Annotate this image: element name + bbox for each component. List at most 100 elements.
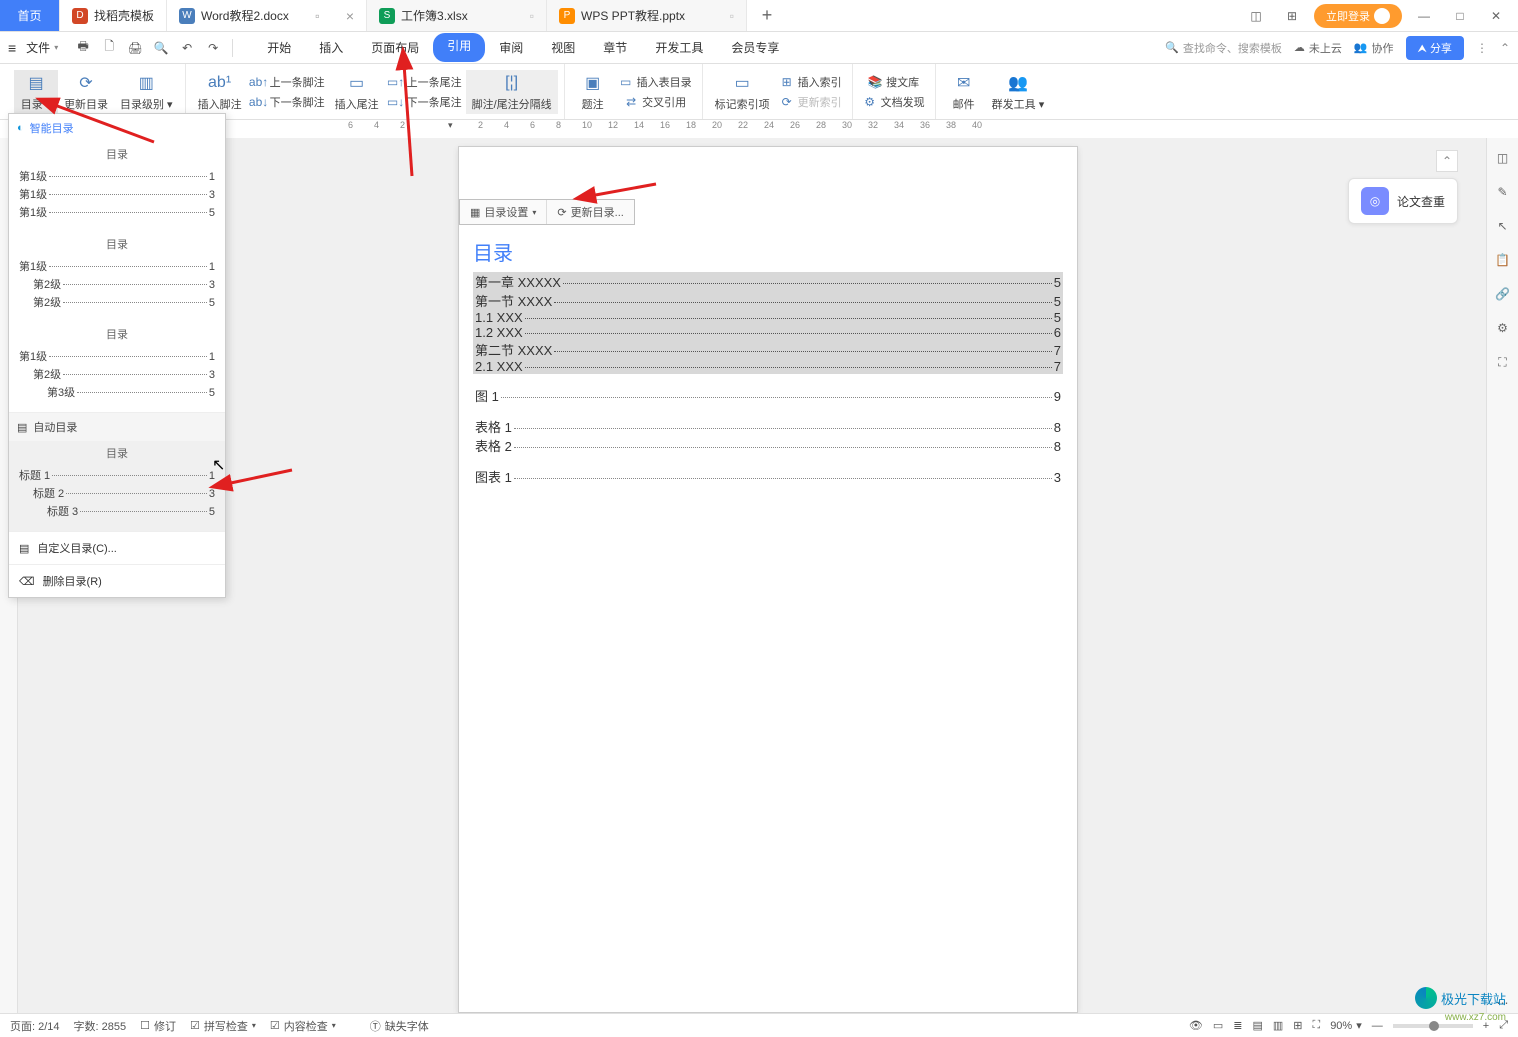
status-font[interactable]: Ⓣ缺失字体 (370, 1018, 429, 1034)
next-footnote-button[interactable]: ab↓下一条脚注 (248, 93, 329, 111)
view-grid-icon[interactable]: ⊞ (1293, 1019, 1302, 1032)
share-button[interactable]: ⮝ 分享 (1406, 36, 1464, 60)
tab-references[interactable]: 引用 (433, 33, 485, 62)
insert-footnote-button[interactable]: ab¹插入脚注 (192, 70, 248, 114)
toc-style-1[interactable]: 目录 第1级1 第1级3 第1级5 (9, 142, 225, 232)
toc-figure-entry[interactable]: 图 19 (473, 386, 1063, 405)
document-page[interactable]: ▦目录设置 ▾ ⟳更新目录... 目录 第一章 XXXXX5 第一节 XXXX5… (458, 146, 1078, 1013)
save-icon[interactable]: 🖶 (72, 37, 94, 59)
zoom-slider[interactable] (1393, 1024, 1473, 1028)
insert-index-button[interactable]: ⊞插入索引 (776, 73, 846, 91)
caption-button[interactable]: ▣题注 (571, 70, 615, 114)
clipboard-icon[interactable]: 📋 (1493, 250, 1513, 270)
expand-icon[interactable]: ⛶ (1493, 352, 1513, 372)
toc-entry[interactable]: 第二节 XXXX7 (473, 340, 1063, 359)
status-content[interactable]: ☑内容检查 ▾ (270, 1018, 336, 1034)
apps-icon[interactable]: ⊞ (1278, 2, 1306, 30)
tab-template[interactable]: D 找稻壳模板 (60, 0, 167, 31)
undo-icon[interactable]: ↶ (176, 37, 198, 59)
logo-icon (1415, 987, 1437, 1009)
insert-figure-toc-button[interactable]: ▭插入表目录 (615, 73, 696, 91)
cross-ref-button[interactable]: ⇄交叉引用 (615, 93, 696, 111)
status-page[interactable]: 页面: 2/14 (10, 1018, 60, 1034)
check-icon: ☑ (190, 1019, 200, 1032)
plagiarism-check-card[interactable]: ◎ 论文查重 (1348, 178, 1458, 224)
status-spell[interactable]: ☑拼写检查 ▾ (190, 1018, 256, 1034)
file-menu[interactable]: 文件▾ (18, 35, 66, 60)
mouse-cursor: ↖ (212, 455, 225, 475)
toc-entry[interactable]: 第一节 XXXX5 (473, 291, 1063, 310)
tab-menu-icon[interactable]: ▫ (315, 9, 319, 23)
view-eye-icon[interactable]: 👁 (1189, 1019, 1203, 1032)
tab-xlsx[interactable]: S 工作簿3.xlsx ▫ (367, 0, 547, 31)
close-icon[interactable]: × (346, 8, 354, 24)
view-web-icon[interactable]: ▤ (1252, 1019, 1262, 1032)
toc-table-entry[interactable]: 表格 28 (473, 436, 1063, 455)
toc-style-3[interactable]: 目录 第1级1 第2级3 第3级5 (9, 322, 225, 412)
more-icon[interactable]: ⋮ (1476, 41, 1488, 55)
tab-word-doc[interactable]: W Word教程2.docx ▫ × (167, 0, 367, 31)
tab-chapter[interactable]: 章节 (589, 33, 641, 62)
tab-devtools[interactable]: 开发工具 (641, 33, 717, 62)
minimize-button[interactable]: — (1410, 2, 1438, 30)
tab-start[interactable]: 开始 (253, 33, 305, 62)
toc-chart-entry[interactable]: 图表 13 (473, 467, 1063, 486)
maximize-button[interactable]: □ (1446, 2, 1474, 30)
select-icon[interactable]: ↖ (1493, 216, 1513, 236)
custom-toc-button[interactable]: ▤ 自定义目录(C)... (9, 531, 225, 564)
preview-icon[interactable]: 🔍 (150, 37, 172, 59)
tab-member[interactable]: 会员专享 (717, 33, 793, 62)
group-send-button[interactable]: 👥群发工具 ▾ (986, 70, 1051, 114)
view-page-icon[interactable]: ≣ (1233, 1019, 1242, 1032)
tab-home[interactable]: 首页 (0, 0, 60, 31)
grid-icon[interactable]: ◫ (1242, 2, 1270, 30)
refs-lib-button[interactable]: 📚搜文库 (859, 73, 929, 91)
toc-entry[interactable]: 第一章 XXXXX5 (473, 272, 1063, 291)
tab-insert[interactable]: 插入 (305, 33, 357, 62)
prev-footnote-button[interactable]: ab↑上一条脚注 (248, 73, 329, 91)
add-tab-button[interactable]: + (747, 0, 787, 31)
footnote-separator-button[interactable]: [¦]脚注/尾注分隔线 (466, 70, 558, 114)
settings-icon[interactable]: ⚙ (1493, 318, 1513, 338)
zoom-out-button[interactable]: — (1372, 1020, 1383, 1032)
status-words[interactable]: 字数: 2855 (74, 1018, 127, 1034)
watermark: 极光下载站 www.xz7.com (1415, 987, 1506, 1009)
toc-table-entry[interactable]: 表格 18 (473, 417, 1063, 436)
mail-button[interactable]: ✉邮件 (942, 70, 986, 114)
toc-entry[interactable]: 2.1 XXX7 (473, 359, 1063, 374)
toolbox-icon[interactable]: ◫ (1493, 148, 1513, 168)
zoom-fit-icon[interactable]: ⛶ (1312, 1019, 1320, 1032)
collapse-ribbon-icon[interactable]: ⌃ (1500, 41, 1510, 55)
hamburger-icon[interactable]: ≡ (8, 40, 16, 56)
zoom-level[interactable]: 90% ▾ (1330, 1019, 1362, 1032)
toc-settings-button[interactable]: ▦目录设置 ▾ (460, 200, 547, 224)
toc-style-auto[interactable]: 目录 标题 11 标题 23 标题 35 (9, 441, 225, 531)
tab-menu-icon[interactable]: ▫ (730, 9, 734, 23)
cloud-button[interactable]: ☁未上云 (1294, 40, 1342, 56)
status-revise[interactable]: ☐修订 (140, 1018, 176, 1034)
toc-entry[interactable]: 1.2 XXX6 (473, 325, 1063, 340)
tab-view[interactable]: 视图 (537, 33, 589, 62)
collab-button[interactable]: 👥协作 (1354, 40, 1394, 56)
tab-menu-icon[interactable]: ▫ (530, 9, 534, 23)
toc-entry[interactable]: 1.1 XXX5 (473, 310, 1063, 325)
mark-index-button[interactable]: ▭标记索引项 (709, 70, 776, 114)
print-icon[interactable]: 🖨 (124, 37, 146, 59)
redo-icon[interactable]: ↷ (202, 37, 224, 59)
update-index-button[interactable]: ⟳更新索引 (776, 93, 846, 111)
link-icon[interactable]: 🔗 (1493, 284, 1513, 304)
new-icon[interactable]: 🗋 (98, 37, 120, 59)
floating-collapse-button[interactable]: ⌃ (1436, 150, 1458, 172)
doc-discover-button[interactable]: ⚙文档发现 (859, 93, 929, 111)
close-window-button[interactable]: ✕ (1482, 2, 1510, 30)
delete-toc-button[interactable]: ⌫ 删除目录(R) (9, 564, 225, 597)
insert-endnote-button[interactable]: ▭插入尾注 (329, 70, 385, 114)
toc-style-2[interactable]: 目录 第1级1 第2级3 第2级5 (9, 232, 225, 322)
view-outline-icon[interactable]: ▥ (1273, 1019, 1283, 1032)
view-read-icon[interactable]: ▭ (1213, 1019, 1223, 1032)
tab-pptx[interactable]: P WPS PPT教程.pptx ▫ (547, 0, 747, 31)
search-input[interactable]: 🔍 查找命令、搜索模板 (1165, 40, 1282, 56)
tab-review[interactable]: 审阅 (485, 33, 537, 62)
style-icon[interactable]: ✎ (1493, 182, 1513, 202)
login-button[interactable]: 立即登录 (1314, 4, 1402, 28)
